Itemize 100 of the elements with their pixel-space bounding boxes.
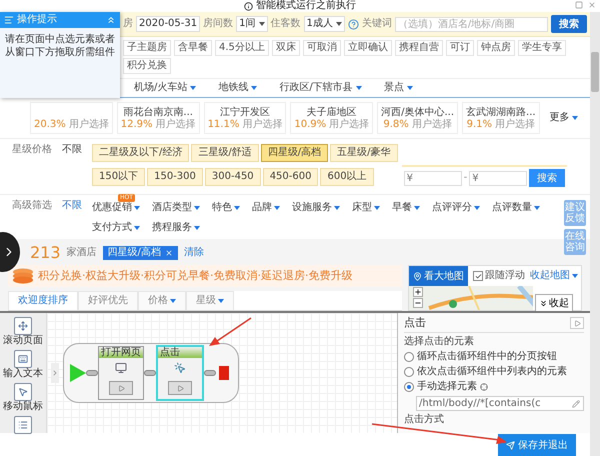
- field-label: 关键词: [362, 18, 392, 30]
- area-card[interactable]: 玄武湖湖南路... 9.1% 用户选择: [462, 102, 540, 134]
- big-map-button[interactable]: 看大地图: [409, 266, 468, 286]
- search-button[interactable]: 搜索: [551, 15, 587, 33]
- filter-dropdown[interactable]: 酒店类型: [152, 202, 200, 214]
- filter-tag[interactable]: 双床: [272, 40, 300, 56]
- filter-dropdown[interactable]: 早餐: [392, 202, 420, 214]
- price-option[interactable]: 300-450: [204, 168, 261, 186]
- max-price-field[interactable]: ¥: [469, 170, 528, 186]
- area-card[interactable]: 河西/奥体中心... 9.8% 用户选择: [377, 102, 458, 134]
- star-option[interactable]: 二星级及以下/经济: [92, 144, 190, 162]
- connector-icon: [144, 370, 156, 376]
- area-share: 12.9% 用户选择: [120, 119, 196, 131]
- caret-icon: [251, 86, 258, 90]
- star-option[interactable]: 四星级/高档: [260, 144, 328, 162]
- click-icon: [174, 362, 186, 374]
- zoom-in-button[interactable]: [413, 287, 423, 297]
- area-card[interactable]: 夫子庙地区 10.9% 用户选择: [290, 102, 374, 134]
- star-option[interactable]: 三星级/舒适: [191, 144, 259, 162]
- sort-tab[interactable]: 欢迎度排序: [8, 291, 78, 310]
- run-button[interactable]: [570, 317, 584, 329]
- price-option[interactable]: 600以上: [320, 168, 374, 186]
- filter-dropdown[interactable]: 品牌: [252, 202, 280, 214]
- caret-icon: [134, 206, 140, 210]
- tool-button[interactable]: 输入文本: [3, 350, 43, 380]
- min-price-field[interactable]: ¥: [404, 170, 462, 186]
- filter-tag[interactable]: 携程自营: [394, 40, 443, 56]
- chevrons-down-icon: [539, 298, 548, 308]
- radio-option[interactable]: 依次点击循环组件中列表内的元素: [404, 366, 584, 378]
- zoom-out-button[interactable]: [413, 298, 423, 308]
- collapse-map-link[interactable]: 收起地图: [530, 270, 578, 282]
- tool-button[interactable]: [14, 416, 32, 434]
- filter-dropdown[interactable]: 点评评分: [432, 202, 480, 214]
- map-pin-icon: [413, 272, 422, 280]
- caret-icon: [170, 299, 176, 303]
- filter-dropdown[interactable]: 床型: [352, 202, 380, 214]
- location-tab[interactable]: 行政区/下辖市县: [279, 82, 362, 94]
- filter-tag[interactable]: 含早餐: [174, 40, 212, 56]
- filter-tag[interactable]: 子主题房: [123, 40, 171, 56]
- caret-icon: [374, 206, 380, 210]
- monitor-icon: [115, 362, 127, 374]
- filter-dropdown[interactable]: 设施服务: [292, 202, 340, 214]
- collapse-button[interactable]: 收起: [535, 294, 573, 312]
- save-exit-button[interactable]: 保存并退出: [498, 434, 576, 456]
- tool-button[interactable]: 移动鼠标: [3, 383, 43, 413]
- xpath-field[interactable]: /html/body//*[contains(c: [416, 396, 584, 411]
- filter-tag[interactable]: 立即确认: [344, 40, 392, 56]
- close-icon[interactable]: [588, 1, 596, 9]
- tool-button[interactable]: 滚动页面: [3, 317, 43, 347]
- info-icon: [244, 2, 253, 10]
- price-option[interactable]: 150-300: [147, 168, 203, 186]
- area-card[interactable]: 江宁开发区 11.1% 用户选择: [204, 102, 286, 134]
- filter-tag[interactable]: 学生专享: [518, 40, 566, 56]
- follow-checkbox[interactable]: 跟随浮动: [473, 270, 525, 282]
- pointer-icon: [14, 383, 32, 401]
- filter-dropdown[interactable]: 优惠促销: [92, 202, 140, 214]
- price-option[interactable]: 150以下: [92, 168, 146, 186]
- maximize-icon[interactable]: [575, 1, 583, 9]
- star-option[interactable]: 五星级/豪华: [330, 144, 398, 162]
- area-name: 河西/奥体中心...: [381, 107, 454, 118]
- range-separator: -: [464, 172, 468, 184]
- radio-option[interactable]: 手动选择元素: [404, 381, 584, 393]
- flow-step[interactable]: 点击: [156, 345, 204, 401]
- radio-option[interactable]: 循环点击循环组件中的分页按钮: [404, 351, 584, 363]
- filter-dropdown[interactable]: 携程服务: [152, 222, 200, 234]
- field-label: 房间数: [203, 18, 234, 30]
- flow-step[interactable]: 打开网页: [98, 346, 144, 400]
- keyword-field[interactable]: （选填）酒店名/地标/商圈: [394, 16, 548, 32]
- expand-icon[interactable]: [51, 363, 59, 383]
- step-title: 打开网页: [99, 347, 143, 358]
- area-card[interactable]: 雨花台南京南... 12.9% 用户选择: [116, 102, 200, 134]
- clear-link[interactable]: 清除: [184, 247, 204, 259]
- rooms-select[interactable]: 1间: [236, 16, 268, 32]
- any-option[interactable]: 不限: [62, 200, 92, 234]
- guests-select[interactable]: 1成人: [304, 16, 345, 32]
- section-label: 高级筛选: [12, 200, 53, 213]
- any-option[interactable]: 不限: [62, 144, 92, 189]
- location-tab[interactable]: 机场/火车站: [134, 82, 196, 94]
- collapse-icon[interactable]: [106, 15, 116, 25]
- edit-icon: [572, 400, 580, 408]
- more-link[interactable]: 更多: [550, 112, 578, 124]
- filter-tag[interactable]: 可订: [446, 40, 474, 56]
- plus-icon: [414, 288, 422, 296]
- filter-dropdown[interactable]: 点评数量: [492, 202, 540, 214]
- sort-tab[interactable]: 价格: [138, 291, 186, 310]
- filter-dropdown[interactable]: 特色: [212, 202, 240, 214]
- filter-tag[interactable]: 可取消: [302, 40, 341, 56]
- location-tab[interactable]: 景点: [384, 82, 413, 94]
- area-share: 10.9% 用户选择: [294, 119, 370, 131]
- caret-icon: [334, 206, 340, 210]
- filter-tag[interactable]: 积分兑换: [123, 58, 171, 74]
- location-tab[interactable]: 地铁线: [218, 82, 258, 94]
- filter-tag[interactable]: 钟点房: [476, 40, 515, 56]
- date-field[interactable]: 2020-05-31: [136, 16, 200, 32]
- active-filter-chip[interactable]: 四星级/高档: [102, 246, 178, 260]
- filter-dropdown[interactable]: 支付方式: [92, 222, 140, 234]
- area-name: 江宁开发区: [220, 107, 270, 118]
- step-title: 点击: [158, 347, 202, 358]
- filter-tag[interactable]: 4.5分以上: [215, 40, 269, 56]
- price-option[interactable]: 450-600: [262, 168, 318, 186]
